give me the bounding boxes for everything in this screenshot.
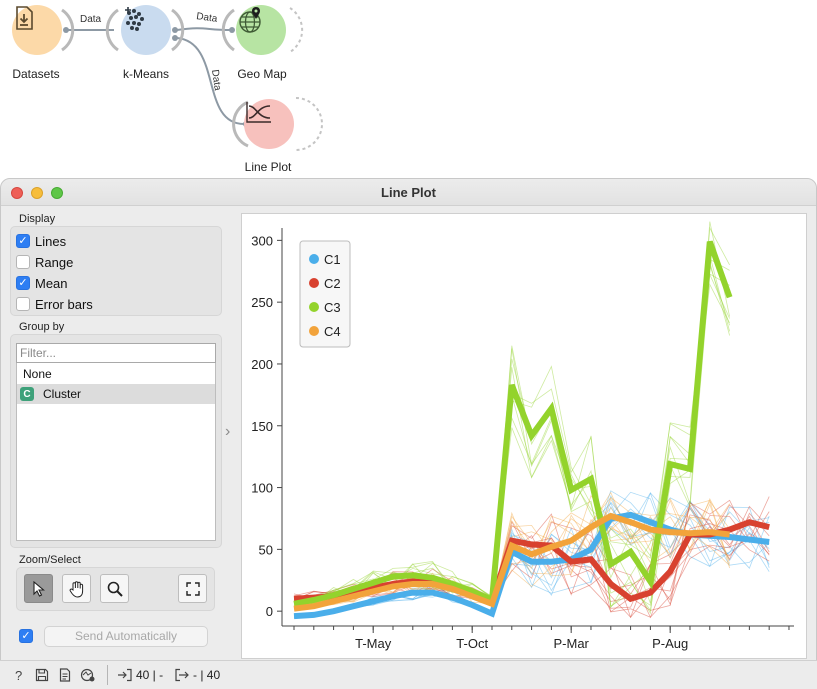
categorical-variable-icon: C [20,387,34,401]
window-titlebar[interactable]: Line Plot [1,179,816,206]
mean-option[interactable]: ✓ Mean [16,274,68,292]
x-tick-label-P-Aug: P-Aug [652,636,688,651]
legend-marker-C2 [309,278,319,288]
legend-marker-C4 [309,326,319,336]
fit-frame-icon [185,581,200,596]
save-icon[interactable] [35,668,49,682]
line-plot-chart[interactable]: 0 50 100 150 200 250 300 T-May T-Oct P-Mar P-Aug C1… [242,214,806,658]
x-tick-label-P-Mar: P-Mar [553,636,589,651]
lines-option-label: Lines [35,233,67,249]
x-tick-label-T-Oct: T-Oct [456,636,488,651]
status-bar: ? 40 | - - | 40 [0,660,817,689]
scatter-cluster-icon [125,7,144,31]
legend-marker-C1 [309,254,319,264]
lines-option[interactable]: ✓ Lines [16,232,66,250]
kmeans-node-label: k-Means [122,67,170,81]
group-item-cluster[interactable]: C Cluster [17,384,215,404]
error-bars-option[interactable]: Error bars [16,295,93,313]
output-summary: - | 40 [193,668,221,682]
group-item-none-label: None [23,367,52,381]
pan-tool-button[interactable] [62,574,91,603]
legend-label-C4: C4 [324,324,341,339]
help-icon[interactable]: ? [12,668,26,682]
link-label-kmeans-lineplot: Data [209,69,223,92]
geomap-node-label: Geo Map [237,67,287,81]
legend-marker-C3 [309,302,319,312]
display-section-label: Display [19,213,56,225]
hand-icon [69,580,83,598]
line-curves-icon [246,102,271,123]
file-import-icon [16,6,33,30]
y-tick-label-250: 250 [251,295,273,310]
range-option[interactable]: Range [16,253,73,271]
group-item-cluster-label: Cluster [43,387,82,401]
legend-label-C2: C2 [324,276,341,291]
datasets-node[interactable] [12,5,62,55]
line-plot-area[interactable]: 0 50 100 150 200 250 300 T-May T-Oct P-Mar P-Aug C1… [241,213,807,659]
collapse-panel-chevron-icon[interactable]: › [225,423,230,441]
send-automatically-button[interactable]: Send Automatically [44,626,208,647]
zoom-tool-button[interactable] [100,574,129,603]
report-icon[interactable] [58,668,72,682]
group-filter-input[interactable] [16,343,216,363]
lines-checkbox[interactable]: ✓ [16,234,30,248]
range-checkbox[interactable] [16,255,30,269]
preview-icon[interactable] [80,668,96,682]
error-bars-option-label: Error bars [35,296,93,312]
link-label-datasets-kmeans: Data [80,14,102,25]
y-tick-label-100: 100 [251,481,273,496]
output-signal-icon [175,668,189,682]
window-title: Line Plot [381,185,436,200]
y-tick-label-150: 150 [251,419,273,434]
y-tick-label-300: 300 [251,233,273,248]
group-by-list[interactable]: None C Cluster [16,363,216,541]
y-tick-label-50: 50 [259,542,273,557]
magnifier-icon [107,581,123,597]
status-divider [107,665,108,685]
link-label-kmeans-geomap: Data [196,11,219,25]
datasets-node-label: Datasets [12,67,60,81]
groupby-section-label: Group by [19,321,65,333]
lineplot-node[interactable] [244,99,294,149]
x-tick-label-T-May: T-May [355,636,392,651]
y-tick-label-200: 200 [251,357,273,372]
kmeans-node[interactable] [121,5,171,55]
range-option-label: Range [35,254,74,270]
input-summary: 40 | - [136,668,164,682]
workflow-canvas[interactable]: Data Data Data Datasets k-Means Geo Map … [0,0,817,178]
svg-text:?: ? [15,668,22,682]
legend-label-C3: C3 [324,300,341,315]
legend-label-C1: C1 [324,252,341,267]
geomap-node[interactable] [236,5,286,55]
input-signal-icon [118,668,132,682]
error-bars-checkbox[interactable] [16,297,30,311]
reset-zoom-button[interactable] [178,574,207,603]
group-item-none[interactable]: None [17,364,215,384]
mean-option-label: Mean [35,275,68,291]
mean-checkbox[interactable]: ✓ [16,276,30,290]
zoom-section-label: Zoom/Select [19,554,81,566]
globe-pin-icon [239,7,261,33]
pointer-arrow-icon [32,580,45,597]
select-tool-button[interactable] [24,574,53,603]
auto-send-checkbox[interactable]: ✓ [19,629,33,643]
lineplot-node-label: Line Plot [244,160,292,174]
y-tick-label-0: 0 [266,604,273,619]
